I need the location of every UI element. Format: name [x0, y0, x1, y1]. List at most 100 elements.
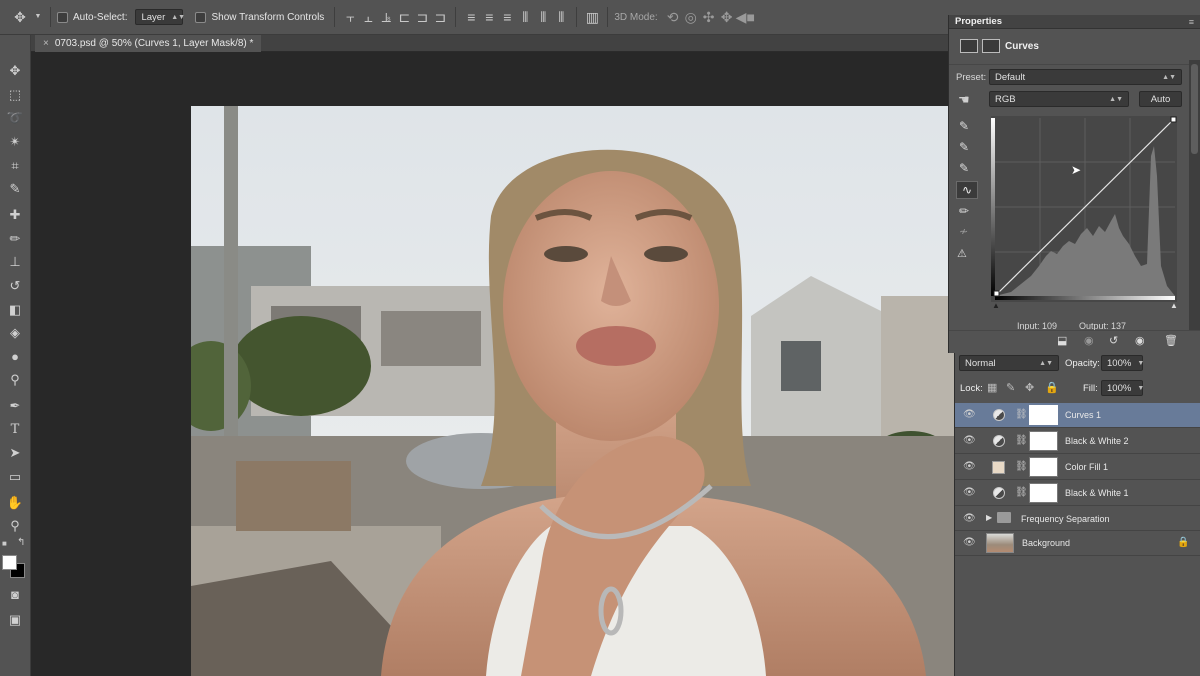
default-colors-icon[interactable]: ■ — [2, 539, 7, 548]
visibility-eye-icon[interactable]: 👁 — [963, 513, 976, 525]
visibility-eye-icon[interactable]: 👁 — [963, 487, 976, 499]
history-brush-tool-icon[interactable]: ↺ — [3, 276, 27, 296]
tool-preset-dropdown-icon[interactable]: ▼ — [32, 10, 44, 24]
move-tool-icon[interactable]: ✥ — [3, 61, 27, 81]
lock-transparent-pixels-icon[interactable]: ▦ — [987, 381, 997, 394]
align-vcenter-icon[interactable]: ⫠ — [359, 10, 377, 24]
path-selection-tool-icon[interactable]: ➤ — [3, 443, 27, 463]
link-chain-icon[interactable]: ⛓ — [1015, 487, 1028, 498]
panel-menu-icon[interactable]: ≡ — [1189, 15, 1194, 29]
distribute-bottom-icon[interactable]: ≡ — [498, 10, 516, 24]
visibility-eye-icon[interactable]: 👁 — [963, 537, 976, 549]
curves-adjustment-icon[interactable] — [960, 39, 978, 53]
slide-3d-icon[interactable]: ✥ — [718, 10, 736, 24]
curve-black-point[interactable] — [993, 290, 1000, 297]
targeted-adjustment-hand-icon[interactable]: ☚ — [958, 92, 970, 108]
layer-mask-icon[interactable] — [982, 39, 1000, 53]
orbit-3d-icon[interactable]: ⟲ — [664, 10, 682, 24]
preset-dropdown[interactable]: Default ▲▼ — [989, 69, 1182, 85]
pen-tool-icon[interactable]: ✒ — [3, 396, 27, 416]
properties-tab[interactable]: Properties ≡ — [949, 15, 1200, 29]
layer-row-curves-1[interactable]: 👁 ⛓ Curves 1 — [955, 403, 1200, 428]
hand-tool-icon[interactable]: ✋ — [3, 493, 27, 513]
smooth-curve-icon[interactable]: ≁ — [959, 225, 968, 238]
align-hcenter-icon[interactable]: ⊐ — [413, 10, 431, 24]
distribute-right-icon[interactable]: ⦀ — [552, 10, 570, 24]
magic-wand-tool-icon[interactable]: ✴ — [3, 132, 27, 152]
fill-input[interactable]: 100% ▼ — [1101, 380, 1144, 396]
distribute-top-icon[interactable]: ≡ — [462, 10, 480, 24]
white-point-eyedropper-icon[interactable]: ✎ — [959, 161, 969, 175]
gray-point-eyedropper-icon[interactable]: ✎ — [959, 140, 969, 154]
delete-icon[interactable]: 🗑 — [1164, 334, 1178, 347]
auto-select-checkbox[interactable] — [57, 11, 68, 23]
toggle-visibility-icon[interactable]: ◉ — [1135, 334, 1145, 347]
roll-3d-icon[interactable]: ◎ — [682, 10, 700, 24]
layer-row-background[interactable]: 👁 Background 🔒 — [955, 531, 1200, 556]
paint-bucket-tool-icon[interactable]: ◈ — [3, 323, 27, 343]
drag-3d-icon[interactable]: ✣ — [700, 10, 718, 24]
visibility-eye-icon[interactable]: 👁 — [963, 409, 976, 421]
brush-tool-icon[interactable]: ✏ — [3, 229, 27, 249]
canvas-area[interactable] — [31, 52, 954, 676]
document-tab[interactable]: × 0703.psd @ 50% (Curves 1, Layer Mask/8)… — [35, 35, 262, 52]
auto-select-dropdown[interactable]: Layer ▲▼ — [135, 9, 185, 25]
rectangle-tool-icon[interactable]: ▭ — [3, 467, 27, 487]
lasso-tool-icon[interactable]: ➰ — [3, 108, 27, 128]
eyedropper-tool-icon[interactable]: ✎ — [3, 179, 27, 199]
distribute-left-icon[interactable]: ⦀ — [516, 10, 534, 24]
align-left-icon[interactable]: ⊏ — [395, 10, 413, 24]
curves-graph[interactable] — [991, 116, 1177, 302]
draw-curve-pencil-icon[interactable]: ✏ — [959, 204, 969, 218]
close-icon[interactable]: × — [43, 38, 49, 49]
clip-to-layer-icon[interactable]: ⬓ — [1057, 334, 1067, 347]
layer-row-color-fill-1[interactable]: 👁 ⛓ Color Fill 1 — [955, 455, 1200, 480]
white-point-slider[interactable]: ▲ — [1170, 301, 1178, 310]
eraser-tool-icon[interactable]: ◧ — [3, 300, 27, 320]
distribute-hcenter-icon[interactable]: ⦀ — [534, 10, 552, 24]
layer-row-black-white-1[interactable]: 👁 ⛓ Black & White 1 — [955, 481, 1200, 506]
background-thumbnail[interactable] — [986, 533, 1014, 553]
visibility-eye-icon[interactable]: 👁 — [963, 435, 976, 447]
blend-mode-dropdown[interactable]: Normal ▲▼ — [959, 355, 1059, 371]
screen-mode-icon[interactable]: ▣ — [3, 610, 27, 630]
show-transform-checkbox[interactable] — [195, 11, 207, 23]
align-right-icon[interactable]: ⊐ — [431, 10, 449, 24]
align-bottom-icon[interactable]: ⫡ — [377, 10, 395, 24]
blur-tool-icon[interactable]: ● — [3, 347, 27, 367]
channel-dropdown[interactable]: RGB ▲▼ — [989, 91, 1129, 107]
marquee-tool-icon[interactable]: ⬚ — [3, 85, 27, 105]
lock-all-icon[interactable]: 🔒 — [1045, 381, 1059, 394]
move-tool-icon[interactable]: ✥ — [8, 10, 32, 24]
link-chain-icon[interactable]: ⛓ — [1015, 435, 1028, 446]
auto-align-icon[interactable]: ▥ — [583, 10, 601, 24]
visibility-eye-icon[interactable]: 👁 — [963, 461, 976, 473]
link-chain-icon[interactable]: ⛓ — [1015, 409, 1028, 420]
type-tool-icon[interactable]: T — [3, 420, 27, 440]
zoom-tool-icon[interactable]: ⚲ — [3, 516, 27, 536]
reset-icon[interactable]: ↺ — [1109, 334, 1118, 347]
edit-points-curve-icon[interactable]: ∿ — [956, 181, 978, 199]
healing-brush-tool-icon[interactable]: ✚ — [3, 205, 27, 225]
opacity-input[interactable]: 100% ▼ — [1101, 355, 1144, 371]
black-point-slider[interactable]: ▲ — [992, 301, 1000, 310]
layer-mask-thumbnail[interactable] — [1029, 405, 1058, 425]
crop-tool-icon[interactable]: ⌗ — [3, 156, 27, 176]
lock-position-icon[interactable]: ✥ — [1025, 381, 1034, 394]
layer-mask-thumbnail[interactable] — [1029, 431, 1058, 451]
layer-row-black-white-2[interactable]: 👁 ⛓ Black & White 2 — [955, 429, 1200, 454]
quick-mask-icon[interactable]: ◙ — [3, 585, 27, 605]
color-fill-swatch[interactable] — [992, 461, 1005, 474]
expand-group-triangle-icon[interactable]: ▶ — [986, 513, 992, 522]
document-image[interactable] — [191, 106, 954, 676]
layer-row-frequency-separation[interactable]: 👁 ▶ Frequency Separation — [955, 507, 1200, 531]
clipping-warning-icon[interactable]: ⚠ — [957, 247, 967, 260]
swap-colors-icon[interactable]: ↰ — [17, 537, 25, 548]
foreground-color-swatch[interactable] — [2, 555, 17, 570]
layer-mask-thumbnail[interactable] — [1029, 457, 1058, 477]
distribute-vcenter-icon[interactable]: ≡ — [480, 10, 498, 24]
curve-white-point[interactable] — [1170, 116, 1177, 123]
auto-button[interactable]: Auto — [1139, 91, 1182, 107]
view-previous-state-icon[interactable]: ◉ — [1084, 334, 1094, 347]
properties-scrollbar[interactable] — [1189, 60, 1200, 330]
